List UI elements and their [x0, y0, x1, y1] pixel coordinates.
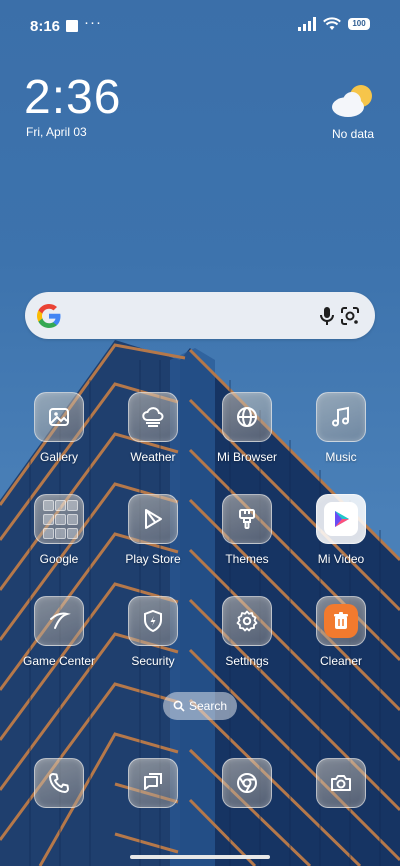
gear-icon: [222, 596, 272, 646]
dock-chrome[interactable]: [202, 758, 292, 808]
google-lens-icon[interactable]: [338, 304, 362, 328]
music-note-icon: [316, 392, 366, 442]
app-mi-browser[interactable]: Mi Browser: [202, 392, 292, 464]
phone-icon: [34, 758, 84, 808]
boomerang-icon: [34, 596, 84, 646]
trash-icon: [316, 596, 366, 646]
app-play-store[interactable]: Play Store: [108, 494, 198, 566]
play-video-icon: [316, 494, 366, 544]
status-indicators: 100: [298, 17, 370, 31]
app-settings[interactable]: Settings: [202, 596, 292, 668]
clock-time[interactable]: 2:36: [24, 70, 121, 125]
signal-icon: [298, 17, 316, 31]
chrome-icon: [222, 758, 272, 808]
battery-indicator: 100: [348, 18, 370, 30]
app-label: Gallery: [39, 450, 78, 464]
app-themes[interactable]: Themes: [202, 494, 292, 566]
gallery-icon: [34, 392, 84, 442]
app-label: Mi Browser: [216, 450, 277, 464]
weather-icon: [128, 392, 178, 442]
dock-messages[interactable]: [108, 758, 198, 808]
wifi-icon: [323, 17, 341, 30]
search-pill-label: Search: [188, 699, 228, 713]
message-icon: [128, 758, 178, 808]
app-label: Weather: [130, 450, 176, 464]
dock-camera[interactable]: [296, 758, 386, 808]
dock-phone[interactable]: [14, 758, 104, 808]
more-notifications-icon: ···: [84, 14, 102, 31]
app-label: Play Store: [125, 552, 181, 566]
clock-date[interactable]: Fri, April 03: [26, 125, 87, 139]
camera-icon: [316, 758, 366, 808]
partly-cloudy-icon[interactable]: [330, 82, 376, 120]
folder-google[interactable]: Google: [14, 494, 104, 566]
app-label: Settings: [225, 654, 269, 668]
folder-icon: [34, 494, 84, 544]
app-label: Music: [325, 450, 357, 464]
play-store-icon: [128, 494, 178, 544]
app-label: Security: [131, 654, 175, 668]
app-label: Mi Video: [317, 552, 365, 566]
google-search-bar[interactable]: [25, 292, 375, 339]
status-bar: 8:16 ··· 100: [0, 0, 400, 54]
app-label: Cleaner: [319, 654, 363, 668]
google-g-icon: [37, 304, 61, 328]
search-icon: [173, 700, 185, 712]
app-game-center[interactable]: Game Center: [14, 596, 104, 668]
app-label: Game Center: [22, 654, 96, 668]
shield-bolt-icon: [128, 596, 178, 646]
app-label: Google: [39, 552, 79, 566]
app-gallery[interactable]: Gallery: [14, 392, 104, 464]
app-search-pill[interactable]: Search: [163, 692, 237, 720]
app-music[interactable]: Music: [296, 392, 386, 464]
brush-icon: [222, 494, 272, 544]
app-cleaner[interactable]: Cleaner: [296, 596, 386, 668]
app-weather[interactable]: Weather: [108, 392, 198, 464]
weather-status[interactable]: No data: [332, 127, 374, 141]
globe-icon: [222, 392, 272, 442]
app-security[interactable]: Security: [108, 596, 198, 668]
app-label: Themes: [225, 552, 269, 566]
status-time: 8:16: [30, 18, 61, 35]
notification-square-icon: [66, 20, 78, 32]
home-indicator[interactable]: [130, 855, 270, 859]
app-mi-video[interactable]: Mi Video: [296, 494, 386, 566]
microphone-icon[interactable]: [315, 304, 339, 328]
